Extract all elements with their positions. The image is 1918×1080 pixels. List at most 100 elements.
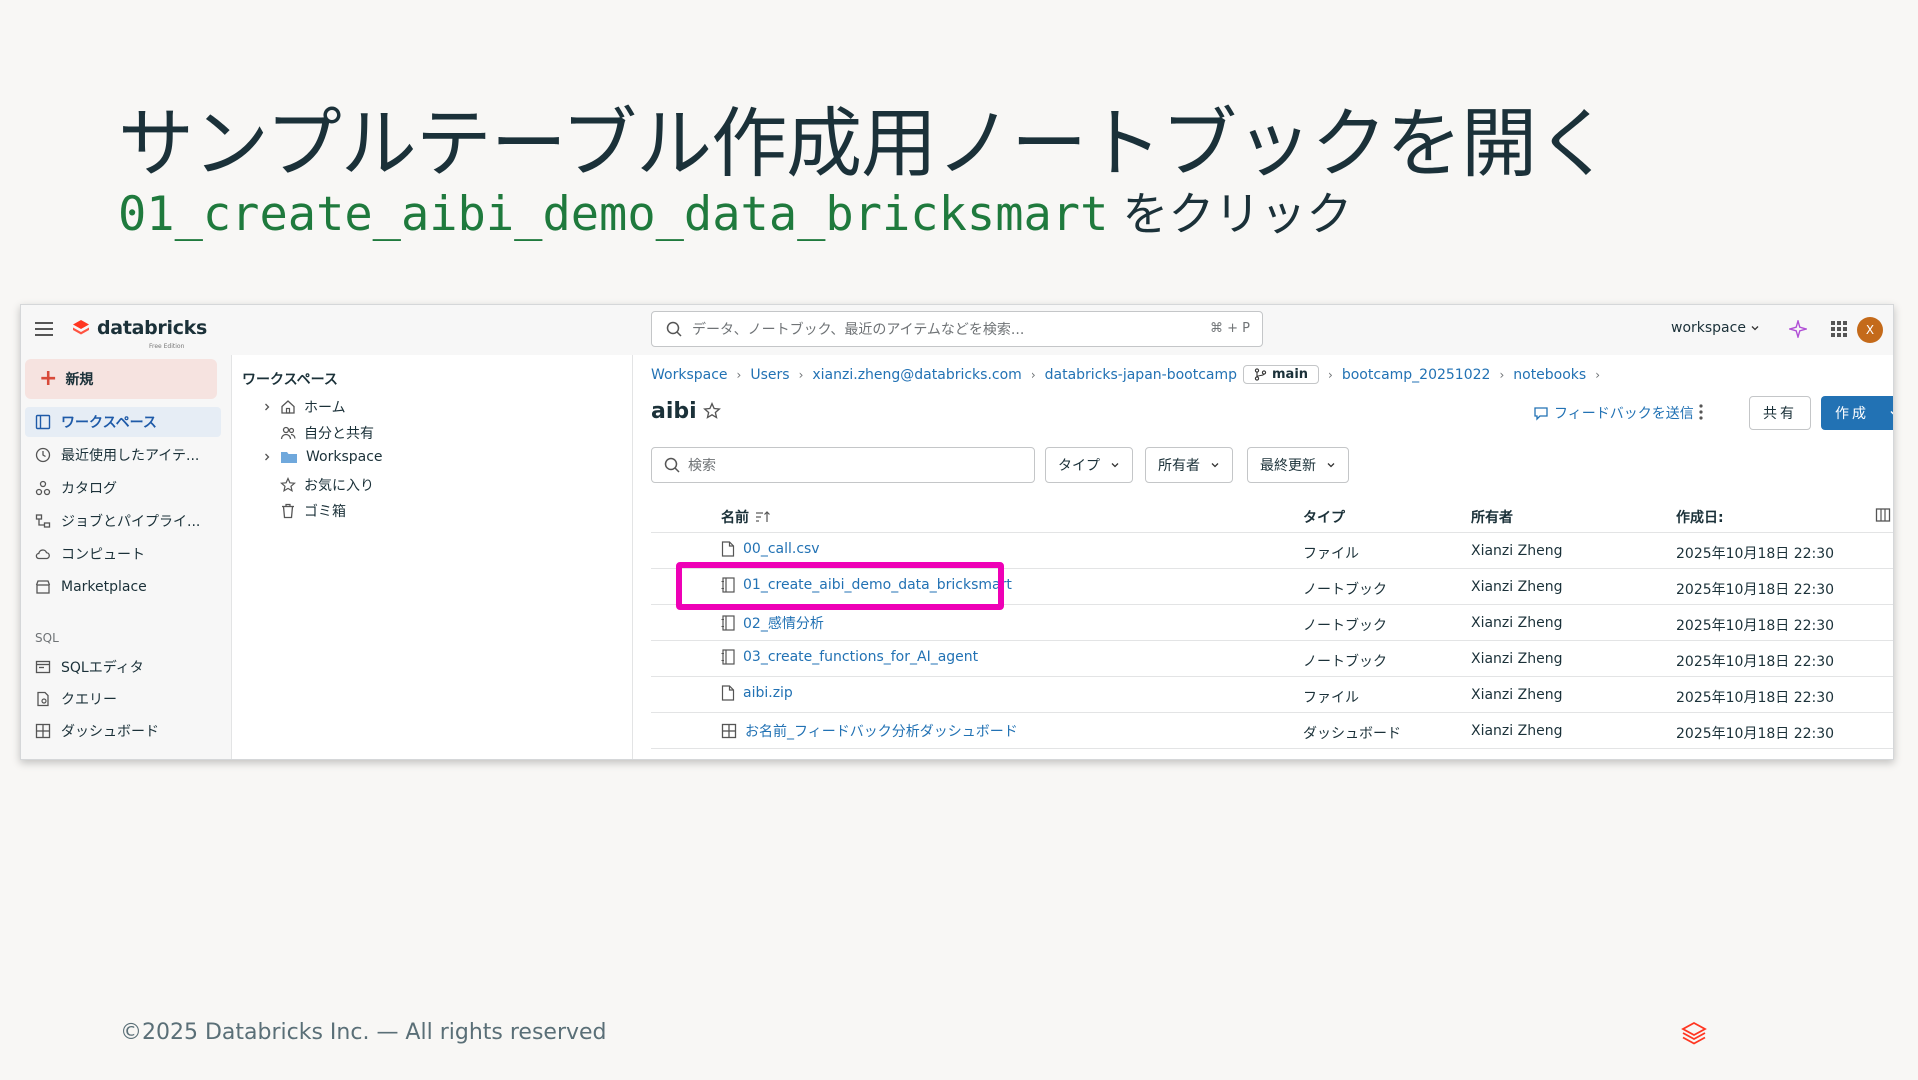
sidebar-section-sql: SQL — [35, 631, 59, 645]
sidebar-item-sql-editor[interactable]: SQLエディタ — [25, 652, 221, 682]
sidebar-item-queries[interactable]: クエリー — [25, 684, 221, 714]
column-header-name[interactable]: 名前 — [721, 507, 771, 527]
subtitle-code: 01_create_aibi_demo_data_bricksmart — [118, 187, 1109, 242]
file-name: 02_感情分析 — [743, 616, 824, 632]
file-name-link[interactable]: 02_感情分析 — [721, 613, 824, 633]
file-owner: Xianzi Zheng — [1471, 687, 1563, 703]
share-button[interactable]: 共有 — [1749, 396, 1811, 430]
more-options-icon[interactable] — [1698, 403, 1704, 421]
chevron-down-icon — [1111, 463, 1119, 468]
create-button[interactable]: 作成 — [1821, 396, 1893, 430]
global-search-input[interactable]: データ、ノートブック、最近のアイテムなどを検索... ⌘ + P — [651, 311, 1263, 347]
table-row[interactable]: aibi.zip ファイル Xianzi Zheng 2025年10月18日 2… — [651, 677, 1893, 713]
sidebar-item-label: カタログ — [61, 481, 117, 497]
notebook-icon — [721, 649, 735, 665]
column-header-type[interactable]: タイプ — [1303, 507, 1345, 527]
tree-item-workspace[interactable]: Workspace — [262, 449, 383, 465]
page-title: aibi — [651, 399, 697, 424]
sidebar-item-jobs[interactable]: ジョブとパイプライ... — [25, 506, 221, 536]
plus-icon: + — [39, 366, 58, 391]
tree-item-label: お気に入り — [304, 478, 374, 494]
new-button[interactable]: + 新規 — [25, 359, 217, 399]
filter-owner-dropdown[interactable]: 所有者 — [1145, 447, 1233, 483]
file-type: ノートブック — [1303, 618, 1387, 634]
databricks-logo-icon — [73, 320, 89, 335]
brand-name: databricks — [97, 317, 208, 339]
column-header-owner[interactable]: 所有者 — [1471, 507, 1513, 527]
user-avatar[interactable]: X — [1857, 317, 1883, 343]
hamburger-menu-icon[interactable] — [35, 321, 53, 337]
breadcrumb-notebooks[interactable]: notebooks — [1513, 367, 1586, 383]
filter-type-dropdown[interactable]: タイプ — [1045, 447, 1133, 483]
file-name-link[interactable]: 00_call.csv — [721, 541, 820, 557]
sidebar-item-compute[interactable]: コンピュート — [25, 539, 221, 569]
table-row[interactable]: 02_感情分析 ノートブック Xianzi Zheng 2025年10月18日 … — [651, 605, 1893, 641]
sidebar-item-label: 最近使用したアイテ... — [61, 448, 200, 464]
table-row[interactable]: お名前_フィードバック分析ダッシュボード ダッシュボード Xianzi Zhen… — [651, 713, 1893, 749]
sidebar-item-marketplace[interactable]: Marketplace — [25, 572, 221, 602]
app-grid-icon[interactable] — [1831, 321, 1847, 337]
file-name-link[interactable]: お名前_フィードバック分析ダッシュボード — [721, 721, 1018, 741]
breadcrumb-separator: › — [798, 367, 804, 382]
table-header: 名前 タイプ 所有者 作成日: — [651, 497, 1893, 533]
tree-item-trash[interactable]: ゴミ箱 — [280, 501, 346, 521]
sidebar-item-workspace[interactable]: ワークスペース — [25, 407, 221, 437]
search-shortcut: ⌘ + P — [1210, 321, 1250, 336]
sidebar-item-label: ワークスペース — [61, 415, 157, 431]
column-header-created[interactable]: 作成日: — [1676, 507, 1724, 527]
chevron-down-icon — [1751, 326, 1759, 331]
feedback-link[interactable]: フィードバックを送信 — [1533, 403, 1694, 423]
workspace-icon — [35, 414, 51, 430]
sidebar-item-catalog[interactable]: カタログ — [25, 473, 221, 503]
branch-name: main — [1272, 367, 1309, 382]
git-branch-selector[interactable]: main — [1243, 365, 1320, 384]
sidebar-item-recents[interactable]: 最近使用したアイテ... — [25, 440, 221, 470]
breadcrumb-user[interactable]: xianzi.zheng@databricks.com — [812, 367, 1021, 383]
breadcrumb-bootcamp[interactable]: bootcamp_20251022 — [1342, 367, 1491, 383]
sidebar-item-label: ジョブとパイプライ... — [61, 514, 201, 530]
breadcrumb-workspace[interactable]: Workspace — [651, 367, 728, 383]
file-icon — [721, 685, 735, 701]
comment-icon — [1534, 407, 1548, 421]
filter-label: 最終更新 — [1260, 458, 1316, 474]
tree-item-shared[interactable]: 自分と共有 — [280, 423, 374, 443]
clock-icon — [35, 447, 51, 463]
create-button-label: 作成 — [1835, 406, 1869, 422]
table-row[interactable]: 01_create_aibi_demo_data_bricksmart ノートブ… — [651, 569, 1893, 605]
columns-toggle-icon[interactable] — [1875, 507, 1891, 523]
search-icon — [664, 457, 680, 473]
table-row[interactable]: 00_call.csv ファイル Xianzi Zheng 2025年10月18… — [651, 533, 1893, 569]
breadcrumb-users[interactable]: Users — [750, 367, 789, 383]
file-name-link[interactable]: 03_create_functions_for_AI_agent — [721, 649, 978, 665]
tree-item-label: Workspace — [306, 449, 383, 465]
file-owner: Xianzi Zheng — [1471, 651, 1563, 667]
breadcrumb-repo[interactable]: databricks-japan-bootcamp — [1045, 367, 1237, 383]
favorite-star-icon[interactable] — [703, 402, 721, 420]
workspace-label: workspace — [1671, 320, 1746, 336]
tree-item-home[interactable]: ホーム — [262, 397, 346, 417]
file-search-input[interactable]: 検索 — [651, 447, 1035, 483]
chevron-right-icon[interactable] — [262, 452, 272, 462]
file-name-link[interactable]: aibi.zip — [721, 685, 793, 701]
trash-icon — [282, 503, 294, 519]
file-created: 2025年10月18日 22:30 — [1676, 546, 1835, 562]
brand-logo[interactable]: databricks — [71, 317, 207, 339]
breadcrumb: Workspace › Users › xianzi.zheng@databri… — [651, 365, 1609, 384]
breadcrumb-separator: › — [1328, 367, 1333, 382]
slide-title: サンプルテーブル作成用ノートブックを開く — [118, 99, 1612, 188]
workspace-selector[interactable]: workspace — [1671, 320, 1760, 336]
file-name-link[interactable]: 01_create_aibi_demo_data_bricksmart — [721, 577, 1012, 593]
table-row[interactable]: 03_create_functions_for_AI_agent ノートブック … — [651, 641, 1893, 677]
cloud-icon — [35, 549, 50, 560]
file-name: 03_create_functions_for_AI_agent — [743, 649, 979, 665]
tree-item-favorites[interactable]: お気に入り — [280, 475, 374, 495]
sidebar-item-dashboards[interactable]: ダッシュボード — [25, 716, 221, 746]
assistant-sparkle-icon[interactable] — [1789, 320, 1807, 338]
breadcrumb-separator: › — [736, 367, 742, 382]
dashboard-icon — [35, 723, 51, 739]
filter-modified-dropdown[interactable]: 最終更新 — [1247, 447, 1349, 483]
chevron-right-icon[interactable] — [262, 402, 272, 412]
sql-editor-icon — [35, 660, 51, 674]
query-icon — [37, 691, 49, 707]
chevron-down-icon — [1890, 411, 1893, 415]
